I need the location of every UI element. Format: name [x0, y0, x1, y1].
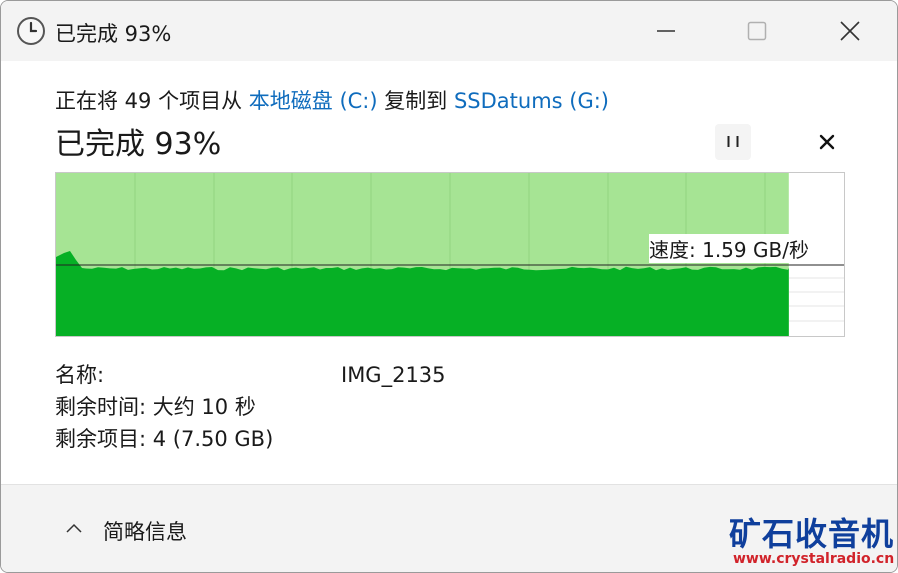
pause-button[interactable]	[715, 124, 751, 160]
maximize-icon	[747, 21, 767, 41]
time-remaining: 剩余时间: 大约 10 秒	[55, 395, 256, 419]
close-button[interactable]	[830, 13, 870, 49]
chevron-up-icon[interactable]	[65, 522, 83, 534]
close-icon	[840, 21, 860, 41]
items-remaining: 剩余项目: 4 (7.50 GB)	[55, 427, 274, 451]
watermark-logo: 矿石收音机	[729, 515, 895, 553]
clock-icon	[15, 15, 47, 47]
minimize-icon	[657, 30, 675, 32]
name-label: 名称:	[55, 363, 105, 387]
copy-prefix: 正在将 49 个项目从	[55, 89, 243, 113]
fewer-details-toggle[interactable]: 简略信息	[103, 516, 187, 546]
destination-link[interactable]: SSDatums (G:)	[454, 89, 609, 113]
cancel-button[interactable]	[809, 124, 845, 160]
window-title: 已完成 93%	[55, 22, 172, 46]
maximize-button[interactable]	[737, 13, 777, 49]
file-name-value: IMG_2135	[341, 363, 446, 387]
speed-label: 速度: 1.59 GB/秒	[649, 234, 811, 263]
throughput-graph: 速度: 1.59 GB/秒	[55, 172, 845, 337]
title-bar[interactable]: 已完成 93%	[1, 1, 897, 61]
copy-middle: 复制到	[384, 89, 448, 113]
cancel-icon	[819, 134, 835, 150]
source-link[interactable]: 本地磁盘 (C:)	[249, 89, 378, 113]
pause-icon	[727, 136, 739, 147]
copy-description: 正在将 49 个项目从 本地磁盘 (C:) 复制到 SSDatums (G:)	[55, 85, 609, 115]
minimize-button[interactable]	[646, 13, 686, 49]
copy-dialog-window: 已完成 93% 正在将 49 个项目从 本地磁盘 (C:) 复制到 SSDatu…	[0, 0, 898, 573]
progress-status: 已完成 93%	[55, 127, 222, 162]
watermark-url: www.crystalradio.cn	[733, 551, 895, 567]
